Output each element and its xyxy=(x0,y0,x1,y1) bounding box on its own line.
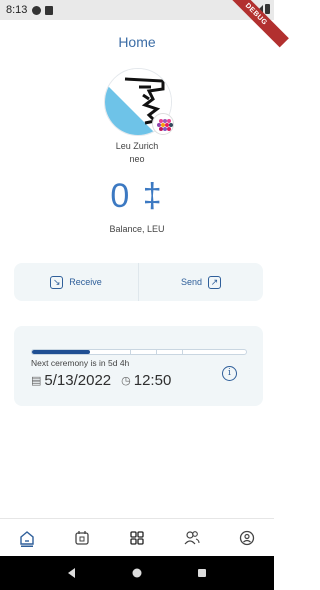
ceremony-time: 12:50 xyxy=(133,372,172,389)
progress-tick xyxy=(130,350,132,354)
info-icon[interactable]: i xyxy=(222,366,237,381)
bottom-nav xyxy=(0,518,274,556)
calendar-icon: ▤ xyxy=(31,375,42,387)
contacts-icon xyxy=(184,530,200,544)
status-bar: 8:13 xyxy=(0,0,274,20)
send-button[interactable]: Send ↗ xyxy=(138,263,263,301)
nav-contacts[interactable] xyxy=(164,519,219,556)
next-ceremony-prefix: Next ceremony is in xyxy=(31,358,106,368)
battery-icon xyxy=(265,4,270,14)
community-name: Leu Zurich xyxy=(115,141,159,151)
progress-tick xyxy=(156,350,158,354)
ceremony-datetime: ▤ 5/13/2022 ◷ 12:50 xyxy=(31,372,171,389)
send-icon: ↗ xyxy=(208,275,222,289)
receive-icon: ↘ xyxy=(50,275,64,289)
balance-label: Balance, LEU xyxy=(109,224,165,234)
receive-label: Receive xyxy=(69,277,102,287)
ceremony-progress-fill xyxy=(32,350,90,354)
clock-icon: ◷ xyxy=(121,375,131,387)
status-time: 8:13 xyxy=(6,4,28,16)
notification-icon xyxy=(32,5,42,15)
next-ceremony-countdown: 5d 4h xyxy=(108,358,130,368)
nav-profile[interactable] xyxy=(219,519,274,556)
recents-icon[interactable] xyxy=(196,567,208,579)
profile-icon xyxy=(239,530,254,545)
page-title: Home xyxy=(118,34,156,50)
nav-wallet[interactable] xyxy=(55,519,110,556)
qr-code-icon xyxy=(130,530,144,545)
currency-symbol: ‡ xyxy=(142,177,164,215)
system-nav-bar xyxy=(0,556,274,590)
nav-scan[interactable] xyxy=(110,519,165,556)
home-button-icon[interactable] xyxy=(131,567,143,579)
ceremony-card: Next ceremony is in 5d 4h ▤ 5/13/2022 ◷ … xyxy=(14,326,263,406)
back-icon[interactable] xyxy=(66,567,78,579)
wallet-icon xyxy=(75,530,89,545)
community-badge-icon xyxy=(152,113,174,135)
send-label: Send xyxy=(180,277,203,287)
nav-home[interactable] xyxy=(0,519,55,556)
sd-card-icon xyxy=(45,5,54,15)
home-icon xyxy=(20,530,35,547)
transfer-actions: ↘ Receive Send ↗ xyxy=(14,263,263,301)
receive-button[interactable]: ↘ Receive xyxy=(14,263,138,301)
progress-tick xyxy=(181,350,183,354)
balance-amount: 0 ‡ xyxy=(0,177,274,216)
ceremony-date: 5/13/2022 xyxy=(44,372,112,389)
next-ceremony-text: Next ceremony is in 5d 4h xyxy=(31,358,129,368)
account-name: neo xyxy=(129,154,145,164)
ceremony-progress-bar xyxy=(31,349,247,355)
balance-value: 0 xyxy=(110,177,132,215)
